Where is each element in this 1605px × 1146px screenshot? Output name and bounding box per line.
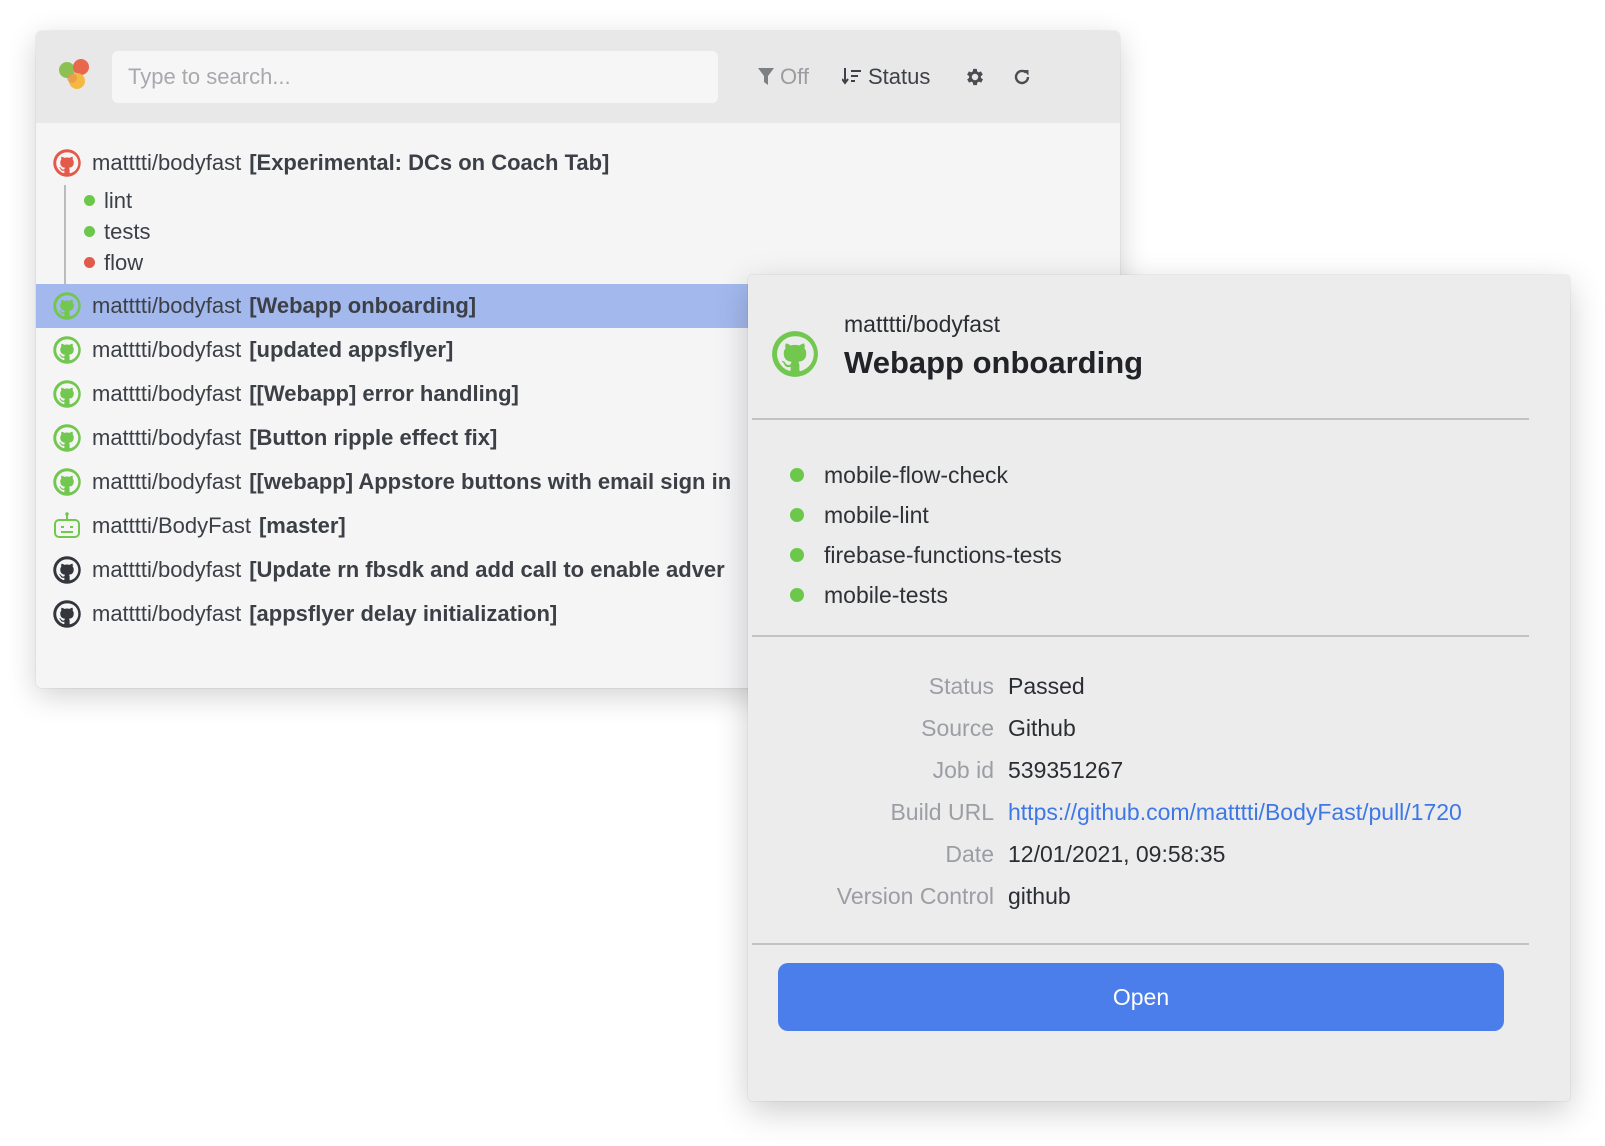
row-repo: matttti/bodyfast: [92, 381, 242, 406]
check-list: mobile-flow-check mobile-lint firebase-f…: [790, 455, 1062, 615]
status-dot-red: [84, 257, 95, 268]
field-status: Status Passed: [748, 665, 1570, 707]
field-value: Github: [1008, 714, 1076, 741]
toolbar: Off Status: [36, 31, 1120, 123]
status-dot-green: [84, 226, 95, 237]
row-repo: matttti/bodyfast: [92, 557, 242, 582]
row-repo: matttti/bodyfast: [92, 293, 242, 318]
field-label: Status: [928, 672, 994, 699]
row-branch: [Experimental: DCs on Coach Tab]: [249, 150, 610, 175]
check-label: mobile-tests: [824, 581, 948, 608]
check-label: firebase-functions-tests: [824, 541, 1062, 568]
divider: [752, 943, 1529, 945]
row-repo: matttti/bodyfast: [92, 337, 242, 362]
field-version-control: Version Control github: [748, 875, 1570, 917]
field-source: Source Github: [748, 707, 1570, 749]
divider: [752, 635, 1529, 637]
job-label: tests: [104, 218, 151, 244]
filter-icon: [758, 68, 774, 85]
status-dot-green: [790, 468, 804, 482]
detail-repo: matttti/bodyfast: [844, 311, 1000, 337]
field-label: Job id: [932, 756, 994, 783]
github-icon: [53, 468, 81, 496]
field-value: github: [1008, 882, 1071, 909]
field-label: Build URL: [890, 798, 994, 825]
status-dot-green: [790, 548, 804, 562]
row-branch: [[webapp] Appstore buttons with email si…: [249, 469, 732, 494]
row-repo: matttti/BodyFast: [92, 513, 251, 538]
job-item[interactable]: lint: [84, 185, 1120, 216]
field-date: Date 12/01/2021, 09:58:35: [748, 833, 1570, 875]
row-branch: [updated appsflyer]: [249, 337, 454, 362]
field-build-url: Build URL https://github.com/matttti/Body…: [748, 791, 1570, 833]
row-branch: [master]: [258, 513, 346, 538]
github-icon: [53, 336, 81, 364]
job-item[interactable]: flow: [84, 247, 1120, 278]
row-repo: matttti/bodyfast: [92, 425, 242, 450]
detail-title: Webapp onboarding: [844, 345, 1144, 380]
github-icon: [53, 556, 81, 584]
bot-icon: [54, 512, 80, 538]
row-branch: [[Webapp] error handling]: [249, 381, 519, 406]
row-repo: matttti/bodyfast: [92, 150, 242, 175]
job-label: lint: [104, 187, 133, 213]
check-label: mobile-flow-check: [824, 461, 1009, 488]
field-value: Passed: [1008, 672, 1085, 699]
check-item: firebase-functions-tests: [790, 535, 1062, 575]
status-dot-green: [790, 588, 804, 602]
row-branch: [Update rn fbsdk and add call to enable …: [249, 557, 725, 582]
job-list: lint tests flow: [64, 185, 1120, 284]
sort-label: Status: [868, 64, 931, 89]
field-value: 12/01/2021, 09:58:35: [1008, 840, 1226, 867]
build-row-expanded[interactable]: matttti/bodyfast [Experimental: DCs on C…: [36, 141, 1120, 185]
github-icon: [53, 600, 81, 628]
refresh-button[interactable]: [1012, 61, 1032, 93]
check-item: mobile-lint: [790, 495, 1062, 535]
check-item: mobile-tests: [790, 575, 1062, 615]
field-label: Date: [945, 840, 994, 867]
github-icon: [53, 149, 81, 177]
github-icon: [53, 380, 81, 408]
row-repo: matttti/bodyfast: [92, 469, 242, 494]
field-label: Version Control: [836, 882, 994, 909]
status-dot-green: [84, 195, 95, 206]
status-dot-green: [790, 508, 804, 522]
field-job-id: Job id 539351267: [748, 749, 1570, 791]
filter-button[interactable]: Off: [758, 61, 809, 93]
row-branch: [Button ripple effect fix]: [249, 425, 498, 450]
check-label: mobile-lint: [824, 501, 929, 528]
divider: [752, 418, 1529, 420]
app-logo-icon: [59, 59, 89, 89]
check-item: mobile-flow-check: [790, 455, 1062, 495]
refresh-icon: [1014, 69, 1030, 85]
github-icon: [772, 331, 818, 377]
job-label: flow: [104, 249, 144, 275]
github-icon: [53, 292, 81, 320]
settings-button[interactable]: [964, 61, 986, 93]
row-branch: [appsflyer delay initialization]: [249, 601, 558, 626]
sort-button[interactable]: Status: [842, 61, 930, 93]
search-input[interactable]: [112, 51, 718, 103]
field-value: 539351267: [1008, 756, 1124, 783]
sort-icon: [842, 68, 861, 85]
field-label: Source: [921, 714, 994, 741]
row-repo: matttti/bodyfast: [92, 601, 242, 626]
row-branch: [Webapp onboarding]: [249, 293, 477, 318]
detail-panel: matttti/bodyfast Webapp onboarding mobil…: [748, 275, 1570, 1101]
filter-label: Off: [780, 64, 809, 89]
gear-icon: [967, 68, 983, 86]
detail-fields: Status Passed Source Github Job id 53935126…: [748, 665, 1570, 917]
github-icon: [53, 424, 81, 452]
build-url-link[interactable]: https://github.com/matttti/BodyFast/pull…: [1008, 799, 1462, 826]
open-button[interactable]: Open: [778, 963, 1504, 1031]
job-item[interactable]: tests: [84, 216, 1120, 247]
